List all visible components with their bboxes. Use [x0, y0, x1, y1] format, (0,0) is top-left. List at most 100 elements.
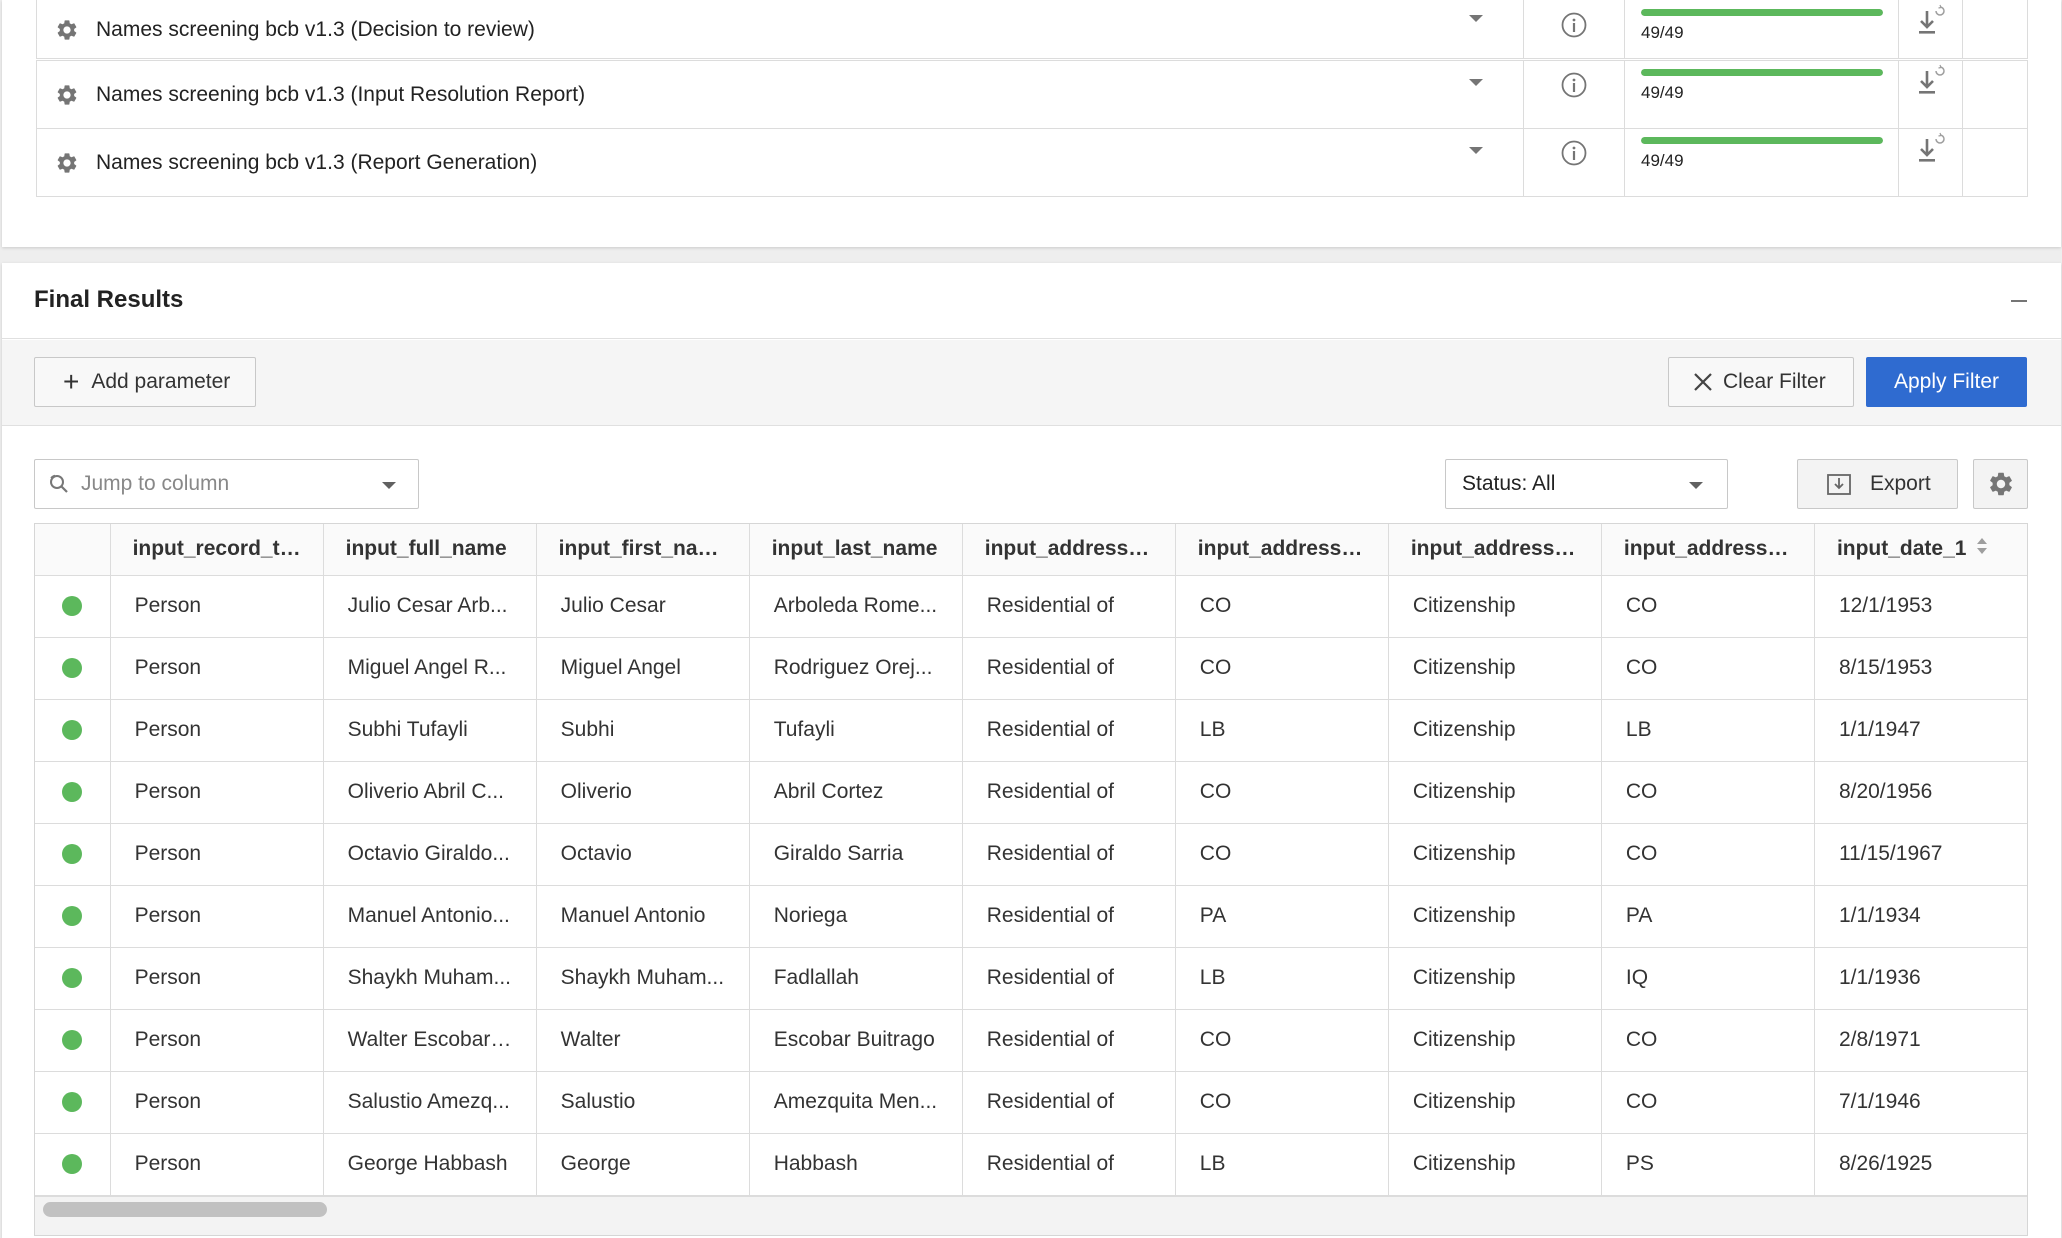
steps-panel: Names screening bcb v1.3 (Decision to re…: [2, 0, 2061, 247]
download-icon[interactable]: [1913, 131, 1949, 196]
table-row[interactable]: Person Shaykh Muham... Shaykh Muham... Fadl…: [35, 947, 2027, 1010]
status-filter-label: Status: All: [1462, 472, 1556, 495]
table-cell: George: [536, 1133, 750, 1196]
step-download-cell: [1899, 129, 1963, 196]
table-cell: Residential of: [962, 1133, 1176, 1196]
status-filter-select[interactable]: Status: All: [1445, 459, 1728, 509]
chevron-down-icon[interactable]: [1469, 79, 1483, 86]
grid-settings-button[interactable]: [1973, 459, 2028, 509]
column-header[interactable]: input_first_name: [536, 524, 750, 576]
table-row[interactable]: Person Manuel Antonio... Manuel Antonio Nor…: [35, 885, 2028, 948]
table-row[interactable]: Person Octavio Giraldo... Octavio Giraldo S…: [35, 823, 2027, 886]
step-info-cell: [1524, 0, 1625, 58]
table-cell: PS: [1601, 1133, 1815, 1196]
step-name: Names screening bcb v1.3 (Report Generat…: [96, 150, 538, 174]
table-cell: Salustio: [536, 1071, 750, 1134]
table-cell: Residential of: [962, 699, 1176, 762]
table-row[interactable]: Person Julio Cesar Arb... Julio Cesar Arbol…: [35, 575, 2027, 638]
column-header[interactable]: input_full_name: [323, 524, 537, 576]
table-row[interactable]: Person Walter Escobar ... Walter Escobar Bu…: [35, 1009, 2027, 1072]
column-header[interactable]: input_address_1_: [962, 524, 1176, 576]
table-cell: 1/1/1947: [1814, 699, 2027, 762]
status-dot-icon: [62, 1092, 83, 1113]
table-row[interactable]: Person Oliverio Abril C... Oliverio Abril C…: [35, 761, 2027, 824]
download-icon[interactable]: [1913, 63, 1949, 128]
table-row[interactable]: Person Subhi Tufayli Subhi Tufayli Residenti…: [35, 699, 2027, 762]
table-row[interactable]: Person Salustio Amezq... Salustio Amezquita…: [35, 1071, 2028, 1134]
table-cell: Arboleda Rome...: [749, 575, 963, 638]
table-cell: [2027, 1071, 2028, 1133]
table-cell: George Habbash: [323, 1133, 537, 1196]
info-icon[interactable]: [1560, 11, 1588, 58]
table-cell: CO: [1175, 1009, 1389, 1072]
sort-icon[interactable]: [1976, 537, 1988, 561]
column-header[interactable]: input_record_type: [110, 524, 324, 576]
table-cell: Miguel Angel R...: [323, 637, 537, 700]
column-header[interactable]: input_last_name: [749, 524, 963, 576]
table-cell: Escobar Buitrago: [749, 1009, 963, 1072]
chevron-down-icon[interactable]: [1469, 147, 1483, 154]
table-cell: Residential of: [962, 637, 1176, 700]
progress-count: 49/49: [1641, 23, 1684, 42]
table-cell: IQ: [1601, 947, 1815, 1010]
table-cell: [2027, 885, 2028, 947]
table-cell: Residential of: [962, 885, 1176, 948]
table-cell: Person: [110, 761, 324, 824]
column-header[interactable]: i: [2027, 524, 2028, 575]
table-row[interactable]: Person George Habbash George Habbash Residen…: [35, 1133, 2027, 1196]
column-header[interactable]: input_address_1_: [1175, 524, 1389, 576]
table-cell: Citizenship: [1388, 947, 1602, 1010]
table-row[interactable]: Person Miguel Angel R... Miguel Angel Rodri…: [35, 637, 2027, 700]
final-results-panel: Final Results + Add parameter Clear Filt…: [2, 263, 2061, 1238]
column-header[interactable]: input_address_2_: [1601, 524, 1815, 576]
collapse-icon[interactable]: [2011, 300, 2027, 302]
status-cell: [35, 885, 111, 948]
step-row[interactable]: Names screening bcb v1.3 (Decision to re…: [36, 0, 2028, 59]
info-icon[interactable]: [1560, 71, 1588, 128]
clear-filter-button[interactable]: Clear Filter: [1668, 357, 1854, 407]
table-cell: Oliverio Abril C...: [323, 761, 537, 824]
export-icon: [1826, 471, 1852, 497]
table-cell: Julio Cesar Arb...: [323, 575, 537, 638]
table-cell: Shaykh Muham...: [536, 947, 750, 1010]
export-button[interactable]: Export: [1797, 459, 1958, 509]
step-name-cell[interactable]: Names screening bcb v1.3 (Report Generat…: [37, 129, 1524, 196]
table-cell: Salustio Amezq...: [323, 1071, 537, 1134]
add-parameter-button[interactable]: + Add parameter: [34, 357, 256, 407]
table-cell: PA: [1601, 885, 1815, 948]
table-cell: Person: [110, 1133, 324, 1196]
table-cell: Citizenship: [1388, 823, 1602, 886]
horizontal-scrollbar[interactable]: [43, 1202, 327, 1217]
step-name: Names screening bcb v1.3 (Decision to re…: [96, 17, 535, 41]
progress-bar-fill: [1641, 9, 1883, 16]
table-cell: Noriega: [749, 885, 963, 948]
step-row[interactable]: Names screening bcb v1.3 (Report Generat…: [36, 128, 2028, 197]
chevron-down-icon: [382, 482, 396, 489]
table-cell: Rodriguez Orej...: [749, 637, 963, 700]
grid-toolbar: Jump to column Status: All Export: [2, 459, 2061, 509]
chevron-down-icon[interactable]: [1469, 15, 1483, 22]
table-cell: Oliverio: [536, 761, 750, 824]
apply-filter-button[interactable]: Apply Filter: [1866, 357, 2027, 407]
table-cell: CO: [1175, 575, 1389, 638]
column-header-label: input_record_type: [132, 537, 316, 561]
table-cell: Residential of: [962, 1009, 1176, 1072]
column-header[interactable]: input_address_2_: [1388, 524, 1602, 576]
column-header[interactable]: input_date_1: [1814, 524, 2027, 576]
jump-to-column-select[interactable]: Jump to column: [34, 459, 419, 509]
step-name-cell[interactable]: Names screening bcb v1.3 (Decision to re…: [37, 0, 1524, 58]
table-cell: 11/15/1967: [1814, 823, 2027, 886]
step-name-cell[interactable]: Names screening bcb v1.3 (Input Resoluti…: [37, 61, 1524, 128]
status-dot-icon: [62, 844, 83, 865]
download-icon[interactable]: [1913, 3, 1949, 58]
status-cell: [35, 699, 111, 762]
table-cell: Tufayli: [749, 699, 963, 762]
status-cell: [35, 1071, 111, 1134]
table-cell: Person: [110, 637, 324, 700]
column-search-icon: [47, 472, 71, 496]
table-cell: PA: [1175, 885, 1389, 948]
info-icon[interactable]: [1560, 139, 1588, 196]
column-header-label: input_full_name: [345, 537, 507, 561]
progress-bar: [1641, 137, 1883, 144]
step-row[interactable]: Names screening bcb v1.3 (Input Resoluti…: [36, 60, 2028, 129]
